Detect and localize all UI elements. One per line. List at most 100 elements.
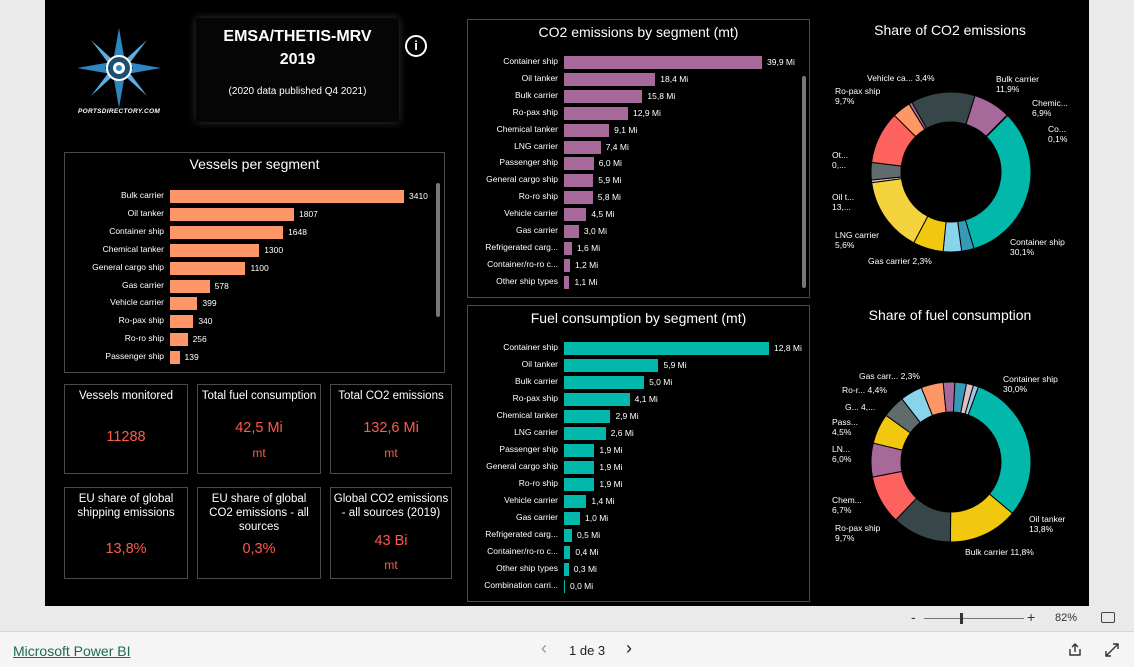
bar-row[interactable]: Refrigerated carg... 1,6 Mi [468, 240, 801, 257]
bar-row[interactable]: Other ship types 0,3 Mi [468, 561, 808, 578]
bar-category-label: Ro-pax ship [512, 393, 558, 403]
bar[interactable] [170, 351, 180, 365]
info-icon[interactable]: i [405, 35, 427, 57]
bar-row[interactable]: Other ship types 1,1 Mi [468, 274, 801, 291]
bar-row[interactable]: Ro-pax ship 340 [65, 313, 435, 330]
bar-row[interactable]: Gas carrier 3,0 Mi [468, 223, 801, 240]
bar[interactable] [564, 342, 769, 355]
bar-row[interactable]: Bulk carrier 3410 [65, 188, 435, 205]
bar[interactable] [564, 106, 628, 120]
bar-row[interactable]: Chemical tanker 2,9 Mi [468, 408, 808, 425]
bar[interactable] [564, 461, 595, 474]
bar[interactable] [170, 315, 194, 329]
bar-row[interactable]: Passenger ship 6,0 Mi [468, 155, 801, 172]
bar-row[interactable]: General cargo ship 5,9 Mi [468, 172, 801, 189]
bar-row[interactable]: Vehicle carrier 4,5 Mi [468, 206, 801, 223]
zoom-in-button[interactable]: + [1027, 609, 1035, 625]
bar-row[interactable]: Vehicle carrier 399 [65, 295, 435, 312]
bar-row[interactable]: General cargo ship 1,9 Mi [468, 459, 808, 476]
bar[interactable] [564, 580, 565, 593]
bar[interactable] [564, 478, 595, 491]
bar-row[interactable]: General cargo ship 1100 [65, 260, 435, 277]
bar-value-label: 4,5 Mi [591, 209, 615, 220]
bar-row[interactable]: Combination carri... 0,0 Mi [468, 578, 808, 595]
bar[interactable] [564, 174, 594, 188]
bar[interactable] [564, 512, 581, 525]
bar[interactable] [564, 208, 587, 222]
bar[interactable] [170, 190, 404, 203]
bar[interactable] [564, 393, 630, 406]
bar-row[interactable]: Container/ro-ro c... 1,2 Mi [468, 257, 801, 274]
bar[interactable] [564, 72, 656, 86]
bar[interactable] [564, 191, 593, 205]
bar-row[interactable]: Ro-ro ship 5,8 Mi [468, 189, 801, 206]
bar-row[interactable]: Refrigerated carg... 0,5 Mi [468, 527, 808, 544]
bar[interactable] [564, 157, 594, 171]
donut-slice[interactable] [871, 178, 929, 244]
bar-row[interactable]: Ro-ro ship 1,9 Mi [468, 476, 808, 493]
fullscreen-icon[interactable] [1105, 643, 1119, 662]
report-title: EMSA/THETIS-MRV [223, 28, 372, 45]
bar[interactable] [564, 410, 611, 423]
bar-row[interactable]: Oil tanker 18,4 Mi [468, 71, 801, 88]
bar[interactable] [170, 261, 246, 275]
bar[interactable] [564, 89, 643, 103]
bar[interactable] [564, 444, 595, 457]
zoom-out-button[interactable]: - [911, 609, 916, 625]
bar-row[interactable]: Bulk carrier 5,0 Mi [468, 374, 808, 391]
bar-row[interactable]: Passenger ship 1,9 Mi [468, 442, 808, 459]
bar[interactable] [564, 140, 601, 154]
zoom-slider[interactable] [924, 613, 1024, 624]
bar[interactable] [564, 123, 610, 137]
bar[interactable] [564, 56, 762, 69]
bar-row[interactable]: Container ship 39,9 Mi [468, 54, 801, 71]
bar-row[interactable]: Passenger ship 139 [65, 349, 435, 366]
bar[interactable] [564, 427, 606, 440]
bar[interactable] [564, 275, 570, 289]
donut-slice[interactable] [964, 114, 1032, 250]
bar[interactable] [170, 207, 294, 221]
bar[interactable] [564, 376, 645, 389]
next-page-icon[interactable]: › [626, 638, 632, 659]
bar-row[interactable]: Oil tanker 5,9 Mi [468, 357, 808, 374]
bar-row[interactable]: Ro-pax ship 12,9 Mi [468, 105, 801, 122]
powerbi-brand-link[interactable]: Microsoft Power BI [13, 643, 130, 659]
vessels-scrollbar[interactable] [436, 183, 440, 317]
bar[interactable] [170, 297, 198, 311]
fit-to-page-icon[interactable] [1101, 612, 1115, 623]
bar-value-label: 1,9 Mi [599, 445, 623, 455]
bar-row[interactable]: Vehicle carrier 1,4 Mi [468, 493, 808, 510]
share-icon[interactable] [1068, 643, 1082, 662]
prev-page-icon[interactable]: ‹ [541, 638, 547, 659]
bar[interactable] [170, 243, 260, 257]
bar-row[interactable]: Gas carrier 578 [65, 278, 435, 295]
donut-slice[interactable] [967, 386, 1032, 514]
bar-row[interactable]: Oil tanker 1807 [65, 206, 435, 223]
bar-row[interactable]: Container ship 1648 [65, 224, 435, 241]
bar-row[interactable]: Ro-ro ship 256 [65, 331, 435, 348]
bar-row[interactable]: Gas carrier 1,0 Mi [468, 510, 808, 527]
bar-row[interactable]: Chemical tanker 9,1 Mi [468, 122, 801, 139]
bar-row[interactable]: Container ship 12,8 Mi [468, 340, 808, 357]
bar[interactable] [564, 359, 659, 372]
bar[interactable] [564, 529, 572, 542]
bar-category-label: General cargo ship [92, 261, 164, 272]
bar[interactable] [170, 333, 188, 347]
bar[interactable] [564, 225, 579, 238]
co2-scrollbar[interactable] [802, 76, 806, 288]
bar[interactable] [564, 495, 587, 508]
bar-row[interactable]: Chemical tanker 1300 [65, 242, 435, 259]
bar[interactable] [564, 546, 571, 559]
bar[interactable] [170, 225, 284, 239]
bar-row[interactable]: Bulk carrier 15,8 Mi [468, 88, 801, 105]
bar-row[interactable]: Ro-pax ship 4,1 Mi [468, 391, 808, 408]
bar-row[interactable]: LNG carrier 7,4 Mi [468, 139, 801, 156]
bar[interactable] [564, 563, 569, 576]
bar[interactable] [564, 258, 570, 272]
bar-row[interactable]: Container/ro-ro c... 0,4 Mi [468, 544, 808, 561]
vessels-bar-chart: Bulk carrier 3410 Oil tanker 1807 Container … [65, 188, 435, 368]
zoom-slider-thumb[interactable] [960, 613, 963, 624]
bar[interactable] [170, 279, 210, 293]
bar-row[interactable]: LNG carrier 2,6 Mi [468, 425, 808, 442]
bar[interactable] [564, 241, 572, 255]
